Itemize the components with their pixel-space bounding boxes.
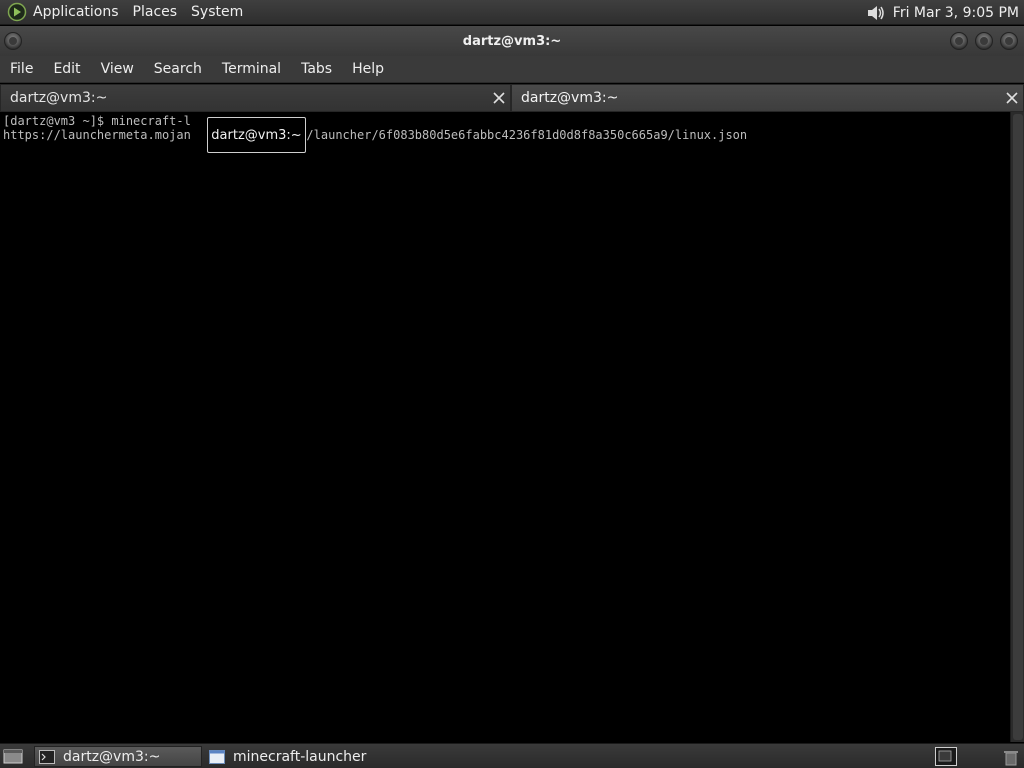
bottom-panel: dartz@vm3:~ minecraft-launcher xyxy=(0,743,1024,768)
terminal-icon xyxy=(39,749,55,764)
menubar: File Edit View Search Terminal Tabs Help xyxy=(0,56,1024,83)
terminal-line: https://launchermeta.mojan ducts/launche… xyxy=(3,128,748,142)
taskbar-item-minecraft-launcher[interactable]: minecraft-launcher xyxy=(205,746,405,767)
close-tab-icon[interactable] xyxy=(491,90,507,106)
trash-icon[interactable] xyxy=(1002,748,1020,766)
tooltip-text: dartz@vm3:~ xyxy=(211,127,302,143)
workspace-switcher-icon[interactable] xyxy=(935,747,957,766)
window-title: dartz@vm3:~ xyxy=(462,33,562,49)
tab-label: dartz@vm3:~ xyxy=(10,90,108,106)
applications-menu-icon[interactable] xyxy=(7,2,27,22)
volume-icon[interactable] xyxy=(865,3,887,23)
window-menu-icon[interactable] xyxy=(4,32,22,50)
window-icon xyxy=(209,749,225,764)
maximize-button[interactable] xyxy=(975,32,993,50)
task-label: minecraft-launcher xyxy=(233,748,367,765)
top-panel: Applications Places System Fri Mar 3, 9:… xyxy=(0,0,1024,25)
terminal-scrollbar[interactable] xyxy=(1010,112,1024,742)
tab-label: dartz@vm3:~ xyxy=(521,90,619,106)
menu-view[interactable]: View xyxy=(91,61,144,77)
panel-tray: Fri Mar 3, 9:05 PM xyxy=(865,0,1019,25)
menu-file[interactable]: File xyxy=(0,61,43,77)
system-menu[interactable]: System xyxy=(191,4,243,20)
tab-bar: dartz@vm3:~ dartz@vm3:~ xyxy=(0,84,1024,112)
minimize-button[interactable] xyxy=(950,32,968,50)
places-menu[interactable]: Places xyxy=(133,4,178,20)
tab-tooltip: dartz@vm3:~ xyxy=(207,117,306,153)
terminal-output[interactable]: [dartz@vm3 ~]$ minecraft-l https://launc… xyxy=(0,112,1010,742)
menu-terminal[interactable]: Terminal xyxy=(212,61,291,77)
applications-menu[interactable]: Applications xyxy=(33,4,119,20)
menu-help[interactable]: Help xyxy=(342,61,394,77)
clock[interactable]: Fri Mar 3, 9:05 PM xyxy=(893,5,1019,21)
close-button[interactable] xyxy=(1000,32,1018,50)
menu-edit[interactable]: Edit xyxy=(43,61,90,77)
menu-search[interactable]: Search xyxy=(144,61,212,77)
scrollbar-thumb[interactable] xyxy=(1013,114,1023,740)
show-desktop-icon[interactable] xyxy=(3,747,23,765)
tab-1[interactable]: dartz@vm3:~ xyxy=(0,84,511,112)
close-tab-icon[interactable] xyxy=(1004,90,1020,106)
tab-2[interactable]: dartz@vm3:~ xyxy=(511,84,1024,112)
menu-tabs[interactable]: Tabs xyxy=(291,61,342,77)
taskbar-item-terminal[interactable]: dartz@vm3:~ xyxy=(34,746,202,767)
window-titlebar[interactable]: dartz@vm3:~ xyxy=(0,26,1024,56)
terminal-line: [dartz@vm3 ~]$ minecraft-l xyxy=(3,114,191,128)
task-label: dartz@vm3:~ xyxy=(63,748,161,765)
